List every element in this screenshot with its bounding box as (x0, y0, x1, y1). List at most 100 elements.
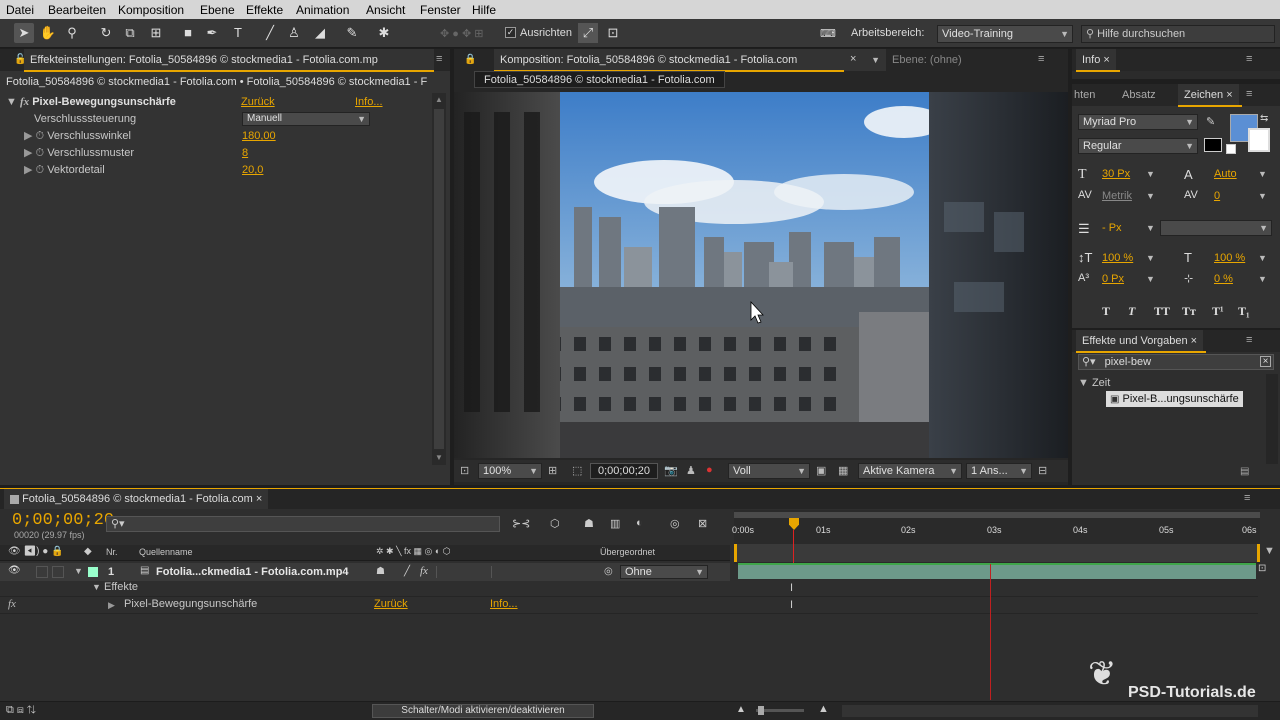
tab-layer[interactable]: Ebene: (ohne) (886, 49, 1056, 71)
tab-composition[interactable]: Komposition: Fotolia_50584896 © stockmed… (494, 49, 886, 71)
tab-paragraph[interactable]: Absatz (1116, 84, 1162, 106)
brush-tool-icon[interactable]: ╱ (260, 23, 280, 43)
motion-blur-icon[interactable]: ◐ (636, 517, 643, 529)
tab-info[interactable]: Info × (1076, 49, 1116, 71)
new-preset-icon[interactable]: ▤ (1240, 466, 1249, 477)
text-tool-icon[interactable]: T (228, 23, 248, 43)
effects-scrollbar[interactable] (1266, 374, 1278, 464)
chevron-down-icon[interactable]: ▼ (1258, 274, 1267, 284)
lock-toggle[interactable] (52, 566, 64, 578)
effect-scrollbar[interactable]: ▲ ▼ (432, 93, 446, 465)
effect-reset-link[interactable]: Zurück (241, 96, 275, 108)
viewer-timecode[interactable]: 0;00;00;20 (590, 463, 658, 479)
triangle-right-icon[interactable]: ▶ (24, 164, 32, 176)
snapshot-icon[interactable]: 📷 (664, 464, 678, 477)
swap-colors-icon[interactable]: ⇆ (1260, 113, 1268, 124)
effect-info-link[interactable]: Info... (355, 96, 383, 108)
fx-icon[interactable]: fx (20, 96, 29, 108)
puppet-pin-tool-icon[interactable]: ✱ (374, 23, 394, 43)
eyedropper-icon[interactable]: ✎ (1206, 115, 1215, 128)
effect-preset-item[interactable]: ▣ Pixel-B...ungsunschärfe (1106, 391, 1243, 407)
time-ruler[interactable]: 0:00s 01s 02s 03s 04s 05s 06s (732, 510, 1260, 564)
graph-editor-icon[interactable]: ◎ (670, 517, 680, 530)
font-style-select[interactable]: Regular ▼ (1078, 138, 1198, 154)
panel-menu-icon[interactable]: ≡ (1246, 53, 1252, 65)
comp-marker-icon[interactable]: ▼ (1264, 545, 1275, 557)
small-caps-button[interactable]: Tт (1182, 304, 1196, 319)
shutter-control-select[interactable]: Manuell ▼ (242, 112, 370, 126)
pan-behind-tool-icon[interactable]: ⊞ (146, 23, 166, 43)
footer-toggle-icons[interactable]: ⧉ ⧈ ⇅ (6, 704, 36, 717)
menu-datei[interactable]: Datei (6, 3, 34, 17)
effects-group-row[interactable]: ▼ Effekte (92, 581, 138, 593)
all-caps-button[interactable]: TT (1154, 304, 1170, 319)
workspace-select[interactable]: Video-Training ▼ (937, 25, 1073, 43)
timeline-effect-info[interactable]: Info... (490, 598, 518, 610)
selection-tool-icon[interactable]: ➤ (14, 23, 34, 43)
snap-checkbox[interactable]: ✓ (505, 27, 516, 38)
eye-icon[interactable]: 👁 (8, 565, 21, 576)
stopwatch-icon[interactable]: ⏱ (36, 164, 45, 176)
chevron-down-icon[interactable]: ▼ (1146, 253, 1155, 263)
stroke-color-swatch[interactable] (1248, 128, 1270, 152)
panel-menu-icon[interactable]: ≡ (1246, 334, 1252, 346)
panel-menu-icon[interactable]: ≡ (1038, 53, 1044, 65)
shy-layers-icon[interactable]: ☗ (584, 517, 594, 530)
snap-feather-icon[interactable]: ⤢ (578, 23, 598, 43)
zoom-in-icon[interactable]: ▲ (818, 703, 829, 715)
help-search-input[interactable]: ⚲ Hilfe durchsuchen (1081, 25, 1275, 43)
layer-row[interactable]: 👁 ▼ 1 ▤ Fotolia...ckmedia1 - Fotolia.com… (0, 563, 730, 581)
parent-select[interactable]: Ohne ▼ (620, 565, 708, 579)
tab-character[interactable]: Zeichen × (1178, 84, 1239, 106)
layer-name[interactable]: Fotolia...ckmedia1 - Fotolia.com.mp4 (156, 566, 349, 578)
chevron-down-icon[interactable]: ▼ (1258, 169, 1267, 179)
always-preview-icon[interactable]: ⊡ (460, 464, 469, 477)
triangle-down-icon[interactable]: ▼ (74, 566, 83, 576)
brainstorm-icon[interactable]: ⊠ (698, 517, 707, 530)
composition-viewer[interactable] (454, 92, 1068, 458)
transparency-grid-icon[interactable]: ▦ (838, 464, 848, 477)
panel-menu-icon[interactable]: ≡ (1246, 88, 1252, 100)
tab-effect-controls[interactable]: Effekteinstellungen: Fotolia_50584896 © … (24, 49, 434, 71)
tracking-value[interactable]: 0 (1214, 190, 1220, 202)
timeline-search-input[interactable]: ⚲▾ (106, 516, 500, 532)
black-swatch[interactable] (1204, 138, 1222, 152)
effects-search-input[interactable]: ⚲▾ pixel-bew × (1078, 354, 1274, 370)
label-color-swatch[interactable] (88, 567, 98, 577)
triangle-right-icon[interactable]: ▶ (108, 600, 115, 611)
camera-tool-icon[interactable]: ⧉ (120, 23, 140, 43)
chevron-down-icon[interactable]: ▼ (1146, 169, 1155, 179)
zoom-select[interactable]: 100% ▼ (478, 463, 542, 479)
roto-brush-tool-icon[interactable]: ✎ (342, 23, 362, 43)
camera-select[interactable]: Aktive Kamera ▼ (858, 463, 962, 479)
frame-blending-icon[interactable]: ▥ (610, 517, 620, 530)
zoom-slider[interactable] (756, 706, 804, 715)
menu-hilfe[interactable]: Hilfe (472, 3, 496, 17)
resolution-select[interactable]: Voll ▼ (728, 463, 810, 479)
font-family-select[interactable]: Myriad Pro ▼ (1078, 114, 1198, 130)
menu-bearbeiten[interactable]: Bearbeiten (48, 3, 106, 17)
menu-komposition[interactable]: Komposition (118, 3, 184, 17)
solo-toggle[interactable] (36, 566, 48, 578)
leading-value[interactable]: Auto (1214, 168, 1237, 180)
chevron-down-icon[interactable]: ▼ (1146, 274, 1155, 284)
superscript-button[interactable]: T¹ (1212, 304, 1224, 319)
menu-fenster[interactable]: Fenster (420, 3, 461, 17)
font-size-value[interactable]: 30 Px (1102, 168, 1130, 180)
layer-switch-boxes[interactable] (436, 566, 492, 578)
layer-marker-icon[interactable]: ⊡ (1258, 563, 1278, 579)
timeline-effect-row[interactable]: fx ▶ Pixel-Bewegungsunschärfe Zurück Inf… (8, 598, 728, 610)
kerning-value[interactable]: Metrik (1102, 190, 1132, 202)
zoom-out-icon[interactable]: ▲ (736, 704, 746, 715)
quality-switch-icon[interactable]: ╱ (404, 566, 410, 577)
stopwatch-icon[interactable]: ⏱ (36, 147, 45, 159)
panel-menu-icon[interactable]: ≡ (1244, 492, 1250, 504)
clone-stamp-tool-icon[interactable]: ♙ (284, 23, 304, 43)
views-select[interactable]: 1 Ans... ▼ (966, 463, 1032, 479)
stroke-width-value[interactable]: - Px (1102, 222, 1122, 234)
vector-detail-value[interactable]: 20,0 (242, 164, 263, 176)
timeline-effect-reset[interactable]: Zurück (374, 598, 408, 610)
timeline-scrollbar[interactable] (842, 705, 1258, 717)
layer-duration-bar[interactable] (738, 563, 1256, 579)
work-area-bar[interactable] (734, 512, 1260, 518)
